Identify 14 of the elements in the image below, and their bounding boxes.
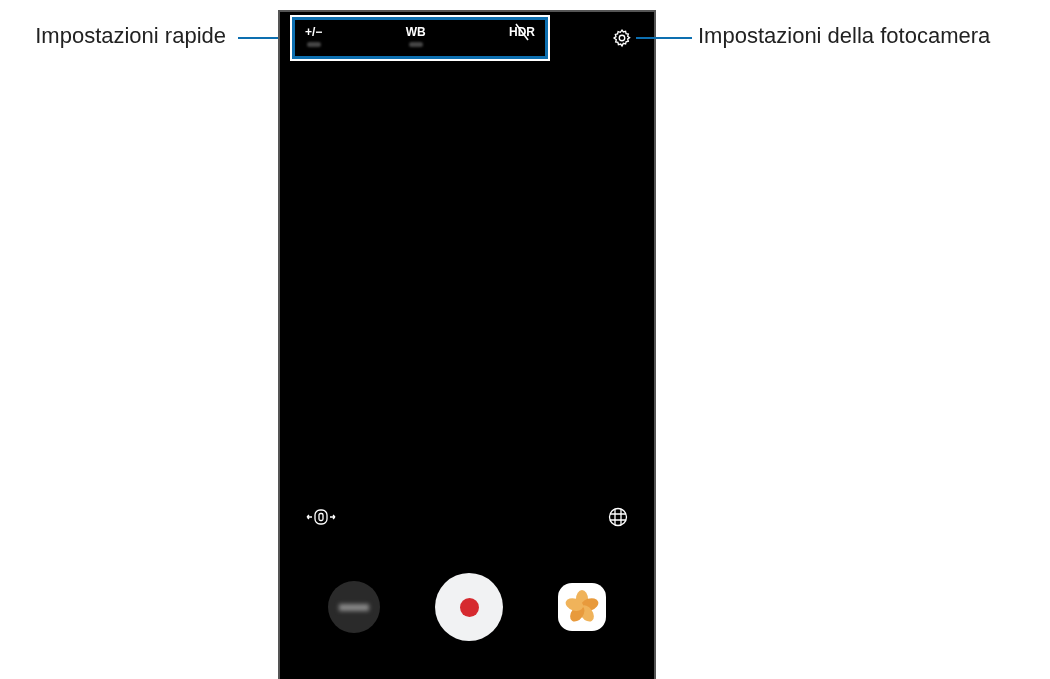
callout-label: Impostazioni della fotocamera: [698, 22, 991, 50]
blurred-value-icon: [408, 42, 423, 47]
blurred-label-icon: [339, 603, 369, 611]
settings-icon[interactable]: [612, 28, 632, 48]
quick-setting-button[interactable]: WB: [405, 25, 426, 47]
quick-setting-button[interactable]: +/−: [305, 25, 323, 47]
flower-icon: [564, 589, 600, 625]
callout-label: Impostazioni rapide: [35, 22, 226, 50]
leader-line: [636, 37, 692, 39]
blurred-value-icon: [306, 42, 321, 47]
mode-button[interactable]: [328, 581, 380, 633]
globe-icon[interactable]: [608, 507, 628, 527]
gallery-button[interactable]: [558, 583, 606, 631]
switch-camera-icon[interactable]: [306, 508, 336, 526]
